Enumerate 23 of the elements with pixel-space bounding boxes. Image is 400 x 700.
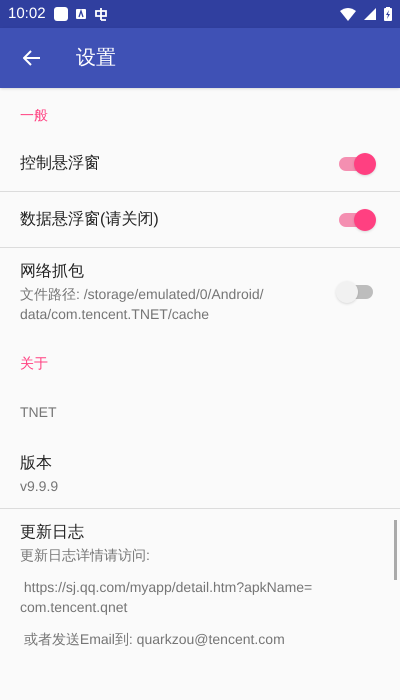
setting-title: 数据悬浮窗(请关闭)	[20, 210, 160, 230]
section-header: 关于	[20, 355, 48, 371]
setting-summary: https://sj.qq.com/myapp/detail.htm?apkName= com.tencent.qnet	[20, 578, 314, 617]
setting-summary: 文件路径: /storage/emulated/0/Android/ data/com.tencent.TNET/cache	[20, 285, 265, 324]
wifi-icon	[340, 8, 356, 20]
setting-title: 版本	[20, 454, 53, 474]
setting-summary: TNET	[20, 403, 58, 422]
signal-icon	[364, 8, 376, 20]
setting-title: 网络抓包	[20, 262, 85, 282]
status-time: 10:02	[8, 4, 46, 24]
square-icon	[54, 7, 68, 21]
back-arrow-icon	[23, 50, 41, 66]
app-title: 设置	[76, 46, 116, 71]
scrollbar	[394, 520, 397, 580]
setting-summary: 更新日志详情请访问:	[20, 546, 151, 565]
setting-title: 更新日志	[20, 522, 85, 543]
bug-icon	[94, 7, 108, 21]
setting-summary: 或者发送Email到: quarkzou@tencent.com	[22, 630, 286, 649]
notification-icon	[76, 9, 86, 19]
section-header: 一般	[20, 107, 48, 123]
setting-title: 控制悬浮窗	[20, 154, 101, 174]
setting-summary: v9.9.9	[20, 477, 60, 496]
battery-icon	[384, 7, 392, 21]
